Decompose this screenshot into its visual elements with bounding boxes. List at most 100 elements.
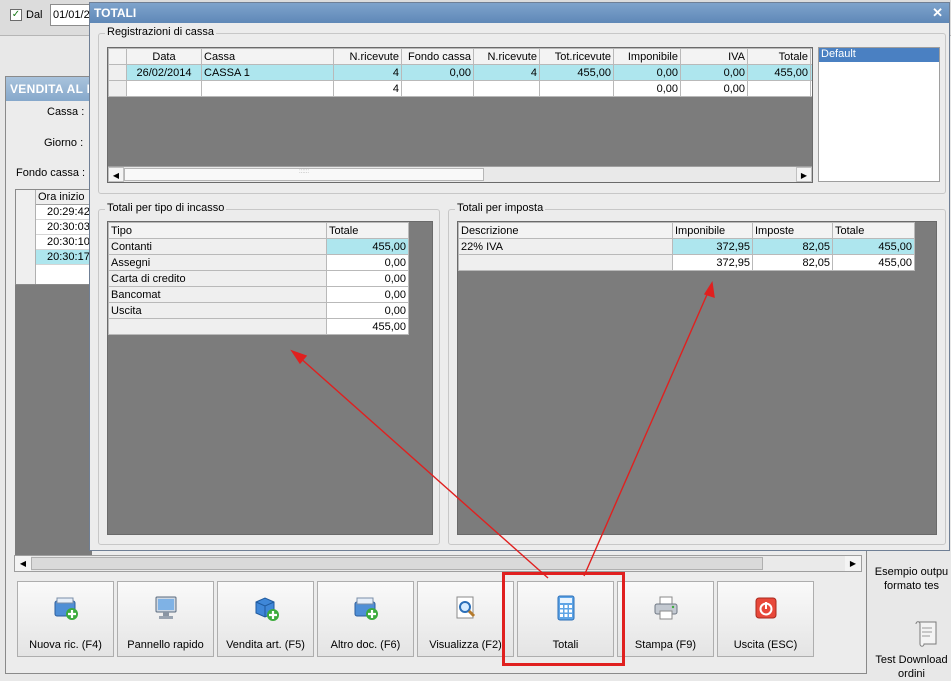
list-item-selected[interactable]: Default bbox=[819, 48, 939, 62]
other-document-label: Altro doc. (F6) bbox=[330, 639, 401, 651]
column-header[interactable]: Totale bbox=[747, 48, 811, 65]
dialog-title: TOTALI bbox=[90, 3, 949, 23]
totals-highlight-box bbox=[502, 572, 625, 666]
quick-panel-button[interactable]: Pannello rapido bbox=[117, 581, 214, 657]
table-total-row[interactable]: 372,95 82,05 455,00 bbox=[458, 254, 915, 271]
column-header[interactable]: Imponibile bbox=[613, 48, 681, 65]
column-header[interactable]: Data bbox=[126, 48, 202, 65]
table-header-row: Tipo Totale bbox=[108, 222, 409, 239]
table-cell[interactable]: 4 bbox=[333, 64, 402, 81]
per-imposta-title: Totali per imposta bbox=[455, 202, 546, 214]
table-cell[interactable]: 0,00 bbox=[401, 64, 474, 81]
scroll-document-icon[interactable] bbox=[910, 618, 940, 652]
magnifier-icon bbox=[456, 596, 475, 619]
receipt-times-grid: Ora inizio 20:29:42 20:30:03 20:30:10 20… bbox=[15, 189, 92, 285]
side-item-test-download[interactable]: Test Download ordini bbox=[872, 653, 951, 681]
table-cell: 0,00 bbox=[326, 270, 409, 287]
table-cell: 4 bbox=[333, 80, 402, 97]
date-filter-checkbox[interactable]: ✓ bbox=[10, 9, 22, 21]
table-row[interactable]: Uscita 0,00 bbox=[108, 302, 409, 319]
registrazioni-scrollbar[interactable]: ◀ :::::: ▶ bbox=[108, 166, 812, 182]
print-button[interactable]: Stampa (F9) bbox=[617, 581, 714, 657]
scroll-left-icon[interactable]: ◀ bbox=[15, 556, 31, 571]
column-header[interactable]: Totale bbox=[832, 222, 915, 239]
table-cell[interactable]: CASSA 1 bbox=[201, 64, 334, 81]
table-total-row[interactable]: 4 0,00 0,00 bbox=[108, 80, 812, 97]
scroll-right-icon[interactable]: ▶ bbox=[845, 556, 861, 571]
column-header[interactable]: Totale bbox=[326, 222, 409, 239]
date-filter-label: Dal bbox=[26, 9, 43, 21]
main-horizontal-scrollbar[interactable]: ◀ ▶ bbox=[14, 555, 862, 572]
view-label: Visualizza (F2) bbox=[429, 639, 502, 651]
table-row[interactable]: 22% IVA 372,95 82,05 455,00 bbox=[458, 238, 915, 255]
table-cell[interactable]: 4 bbox=[473, 64, 540, 81]
exit-button[interactable]: Uscita (ESC) bbox=[717, 581, 814, 657]
column-header[interactable]: Tipo bbox=[108, 222, 327, 239]
column-header[interactable]: Cassa bbox=[201, 48, 334, 65]
profile-listbox[interactable]: Default bbox=[818, 47, 940, 182]
power-icon bbox=[755, 597, 776, 619]
table-row[interactable]: Bancomat 0,00 bbox=[108, 286, 409, 303]
table-cell: 455,00 bbox=[832, 254, 915, 271]
documents-add-icon bbox=[354, 597, 378, 620]
new-receipt-label: Nuova ric. (F4) bbox=[29, 639, 102, 651]
table-row[interactable]: Assegni 0,00 bbox=[108, 254, 409, 271]
column-header[interactable]: N.ricevute bbox=[333, 48, 402, 65]
date-filter-input[interactable]: 01/01/2 bbox=[50, 4, 94, 26]
table-cell bbox=[539, 80, 614, 97]
table-cell bbox=[108, 318, 327, 335]
table-cell: Uscita bbox=[108, 302, 327, 319]
table-cell: 0,00 bbox=[326, 302, 409, 319]
table-cell: 0,00 bbox=[326, 254, 409, 271]
scroll-left-icon[interactable]: ◀ bbox=[108, 167, 124, 182]
table-cell[interactable]: 455,00 bbox=[747, 64, 811, 81]
column-header[interactable]: Fondo cassa bbox=[401, 48, 474, 65]
table-header-row: Data Cassa N.ricevute Fondo cassa N.rice… bbox=[108, 48, 812, 65]
table-cell: 82,05 bbox=[752, 254, 833, 271]
monitor-icon bbox=[155, 596, 176, 619]
column-header[interactable]: N.ricevute bbox=[473, 48, 540, 65]
table-cell: 0,00 bbox=[613, 80, 681, 97]
table-cell: Bancomat bbox=[108, 286, 327, 303]
table-total-row[interactable]: 455,00 bbox=[108, 318, 409, 335]
side-item-output-example[interactable]: Esempio outpu formato tes bbox=[872, 565, 951, 593]
side-item-line: Test Download bbox=[875, 654, 948, 666]
table-cell: 455,00 bbox=[326, 318, 409, 335]
quick-panel-label: Pannello rapido bbox=[127, 639, 204, 651]
table-row[interactable]: 26/02/2014 CASSA 1 4 0,00 4 455,00 0,00 … bbox=[108, 64, 812, 81]
table-cell: 0,00 bbox=[326, 286, 409, 303]
table-cell[interactable]: 455,00 bbox=[539, 64, 614, 81]
registrazioni-title: Registrazioni di cassa bbox=[105, 26, 216, 38]
printer-icon bbox=[654, 596, 677, 620]
per-imposta-grid: Descrizione Imponibile Imposte Totale 22… bbox=[457, 221, 937, 535]
column-header[interactable]: Imposte bbox=[752, 222, 833, 239]
registrazioni-grid: Data Cassa N.ricevute Fondo cassa N.rice… bbox=[107, 47, 813, 183]
table-cell[interactable]: 0,00 bbox=[613, 64, 681, 81]
print-label: Stampa (F9) bbox=[634, 639, 697, 651]
table-row[interactable]: Carta di credito 0,00 bbox=[108, 270, 409, 287]
column-header[interactable]: Descrizione bbox=[458, 222, 673, 239]
sell-article-button[interactable]: Vendita art. (F5) bbox=[217, 581, 314, 657]
side-item-line: ordini bbox=[898, 668, 925, 680]
table-cell: Assegni bbox=[108, 254, 327, 271]
giorno-label: Giorno : bbox=[44, 137, 84, 149]
per-imposta-table: Descrizione Imponibile Imposte Totale 22… bbox=[458, 222, 915, 271]
bottom-toolbar: Nuova ric. (F4) Pannello rapido Vendita … bbox=[14, 577, 862, 661]
table-header-row: Descrizione Imponibile Imposte Totale bbox=[458, 222, 915, 239]
column-header[interactable]: IVA bbox=[680, 48, 748, 65]
table-row[interactable]: Contanti 455,00 bbox=[108, 238, 409, 255]
column-header[interactable]: Imponibile bbox=[672, 222, 753, 239]
table-cell[interactable]: 26/02/2014 bbox=[126, 64, 202, 81]
table-cell bbox=[458, 254, 673, 271]
close-icon[interactable]: ✕ bbox=[932, 5, 943, 21]
new-receipt-button[interactable]: Nuova ric. (F4) bbox=[17, 581, 114, 657]
per-tipo-grid: Tipo Totale Contanti 455,00 Assegni 0,00… bbox=[107, 221, 433, 535]
other-document-button[interactable]: Altro doc. (F6) bbox=[317, 581, 414, 657]
scroll-right-icon[interactable]: ▶ bbox=[796, 167, 812, 182]
scroll-thumb[interactable]: :::::: bbox=[124, 168, 484, 181]
view-button[interactable]: Visualizza (F2) bbox=[417, 581, 514, 657]
table-cell[interactable]: 0,00 bbox=[680, 64, 748, 81]
table-cell: 455,00 bbox=[832, 238, 915, 255]
column-header[interactable]: Tot.ricevute bbox=[539, 48, 614, 65]
scroll-thumb[interactable] bbox=[31, 557, 763, 570]
